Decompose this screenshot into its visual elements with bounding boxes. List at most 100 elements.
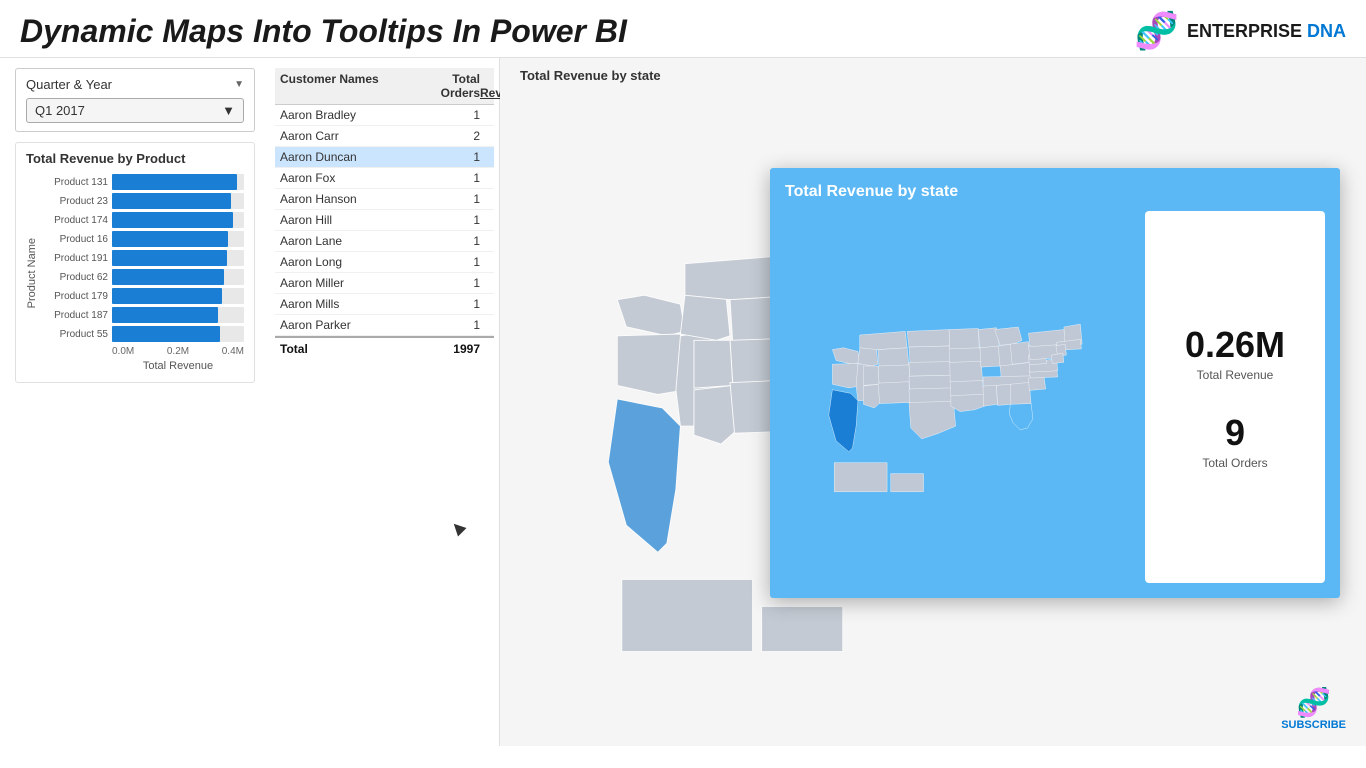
table-row[interactable]: Aaron Mills 1 — [275, 294, 494, 315]
revenue-value — [480, 234, 489, 248]
customer-name: Aaron Long — [280, 255, 420, 269]
bar-label: Product 187 — [43, 310, 108, 321]
table-row[interactable]: Aaron Long 1 — [275, 252, 494, 273]
bar-track — [112, 231, 244, 247]
table-row[interactable]: Aaron Miller 1 — [275, 273, 494, 294]
bar-row[interactable]: Product 191 — [43, 250, 244, 266]
table-row[interactable]: Aaron Hill 1 — [275, 210, 494, 231]
order-count: 1 — [420, 318, 480, 332]
order-count: 1 — [420, 297, 480, 311]
revenue-value — [480, 108, 489, 122]
revenue-value — [480, 297, 489, 311]
bar-chart-container: Total Revenue by Product Product Name Pr… — [15, 142, 255, 383]
quarter-year-slicer[interactable]: Quarter & Year ▼ Q1 2017 ▼ — [15, 68, 255, 132]
state-wa — [617, 295, 685, 336]
order-count: 1 — [420, 108, 480, 122]
bar-track — [112, 174, 244, 190]
slicer-header: Quarter & Year ▼ — [26, 77, 244, 92]
revenue-value — [480, 171, 489, 185]
table-row[interactable]: Aaron Fox 1 — [275, 168, 494, 189]
stat-revenue: 0.26M Total Revenue — [1165, 324, 1305, 382]
col-customer-names: Customer Names — [280, 72, 420, 100]
state-hi — [762, 606, 843, 651]
bar-label: Product 131 — [43, 177, 108, 188]
bar-rows: Product 131 Product 23 Product 174 Produ… — [43, 174, 244, 342]
table-row[interactable]: Aaron Bradley 1 — [275, 105, 494, 126]
x-tick-0: 0.0M — [112, 346, 134, 357]
bar-label: Product 62 — [43, 272, 108, 283]
col-total-orders: Total Orders — [420, 72, 480, 100]
bar-fill — [112, 174, 237, 190]
bar-row[interactable]: Product 131 — [43, 174, 244, 190]
bar-row[interactable]: Product 62 — [43, 269, 244, 285]
slicer-value[interactable]: Q1 2017 ▼ — [26, 98, 244, 123]
x-axis-title: Total Revenue — [43, 360, 244, 372]
stat-revenue-value: 0.26M — [1165, 324, 1305, 366]
bar-row[interactable]: Product 16 — [43, 231, 244, 247]
revenue-value — [480, 192, 489, 206]
bar-fill — [112, 288, 222, 304]
bar-row[interactable]: Product 55 — [43, 326, 244, 342]
revenue-value — [480, 318, 489, 332]
tooltip-overlay: Total Revenue by state — [770, 168, 1340, 598]
map-title: Total Revenue by state — [520, 68, 661, 83]
bar-row[interactable]: Product 174 — [43, 212, 244, 228]
total-label: Total — [280, 342, 420, 356]
stat-revenue-label: Total Revenue — [1165, 368, 1305, 382]
main-content: Quarter & Year ▼ Q1 2017 ▼ Total Revenue… — [0, 58, 1366, 746]
bar-fill — [112, 231, 228, 247]
bar-label: Product 23 — [43, 196, 108, 207]
center-panel: Customer Names Total Orders Total Revenu… — [270, 58, 500, 746]
revenue-value — [480, 276, 489, 290]
state-az — [694, 385, 736, 444]
revenue-value — [480, 255, 489, 269]
bar-track — [112, 307, 244, 323]
bar-fill — [112, 269, 224, 285]
tooltip-map-svg — [785, 211, 1135, 583]
slicer-chevron-icon: ▼ — [234, 79, 244, 90]
revenue-value — [480, 150, 489, 164]
bar-row[interactable]: Product 187 — [43, 307, 244, 323]
bar-track — [112, 212, 244, 228]
total-revenue-value — [480, 342, 489, 356]
stat-orders: 9 Total Orders — [1165, 412, 1305, 470]
bar-fill — [112, 250, 227, 266]
bar-chart-body: Product 131 Product 23 Product 174 Produ… — [43, 174, 244, 372]
revenue-value — [480, 129, 489, 143]
bar-fill — [112, 307, 218, 323]
table-row[interactable]: Aaron Parker 1 — [275, 315, 494, 336]
bar-row[interactable]: Product 179 — [43, 288, 244, 304]
table-row[interactable]: Aaron Duncan 1 — [275, 147, 494, 168]
customer-name: Aaron Miller — [280, 276, 420, 290]
customer-name: Aaron Carr — [280, 129, 420, 143]
table-total-row: Total 1997 — [275, 336, 494, 360]
table-row[interactable]: Aaron Hanson 1 — [275, 189, 494, 210]
x-axis: 0.0M 0.2M 0.4M — [43, 346, 244, 357]
slicer-selected-value: Q1 2017 — [35, 103, 85, 118]
bar-track — [112, 288, 244, 304]
bar-fill — [112, 193, 231, 209]
tooltip-stats: 0.26M Total Revenue 9 Total Orders — [1145, 211, 1325, 583]
tooltip-title: Total Revenue by state — [785, 183, 1325, 201]
left-panel: Quarter & Year ▼ Q1 2017 ▼ Total Revenue… — [0, 58, 270, 746]
bar-chart-inner: Product Name Product 131 Product 23 Prod… — [26, 174, 244, 372]
y-axis-label: Product Name — [26, 238, 38, 308]
bar-row[interactable]: Product 23 — [43, 193, 244, 209]
bar-label: Product 16 — [43, 234, 108, 245]
table-row[interactable]: Aaron Lane 1 — [275, 231, 494, 252]
customer-name: Aaron Bradley — [280, 108, 420, 122]
x-tick-2: 0.4M — [222, 346, 244, 357]
subscribe-area[interactable]: 🧬 SUBSCRIBE — [1281, 686, 1346, 731]
bar-label: Product 179 — [43, 291, 108, 302]
header: Dynamic Maps Into Tooltips In Power BI 🧬… — [0, 0, 1366, 58]
table-header: Customer Names Total Orders Total Revenu… — [275, 68, 494, 105]
stat-orders-value: 9 — [1165, 412, 1305, 454]
customer-name: Aaron Mills — [280, 297, 420, 311]
tooltip-body: 0.26M Total Revenue 9 Total Orders — [785, 211, 1325, 583]
customer-name: Aaron Hill — [280, 213, 420, 227]
bar-label: Product 55 — [43, 329, 108, 340]
subscribe-dna-icon: 🧬 — [1296, 686, 1331, 719]
customer-name: Aaron Fox — [280, 171, 420, 185]
customer-name: Aaron Hanson — [280, 192, 420, 206]
table-row[interactable]: Aaron Carr 2 — [275, 126, 494, 147]
